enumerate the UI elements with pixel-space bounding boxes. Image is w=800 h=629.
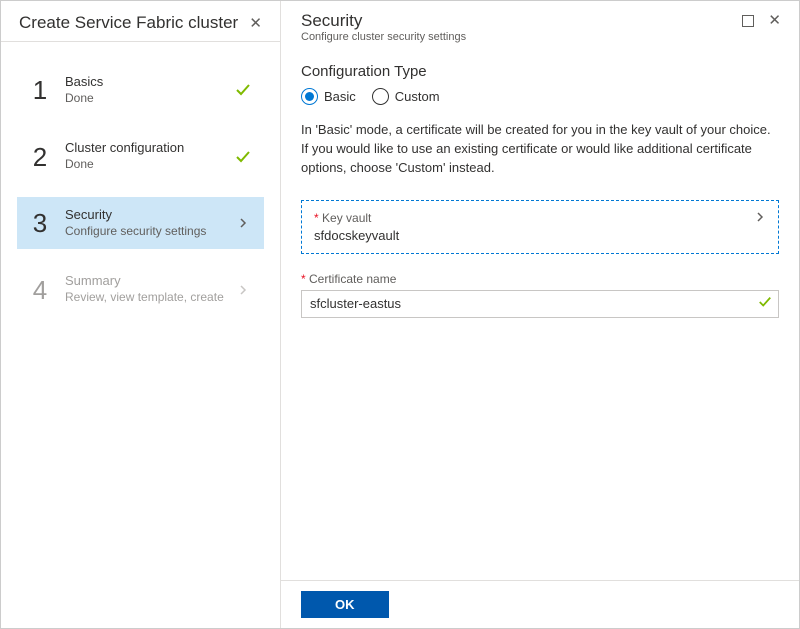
certificate-name-field-wrap bbox=[301, 290, 779, 318]
step-text: Cluster configuration Done bbox=[65, 140, 234, 172]
wizard-sidebar: Create Service Fabric cluster ✕ 1 Basics… bbox=[1, 1, 281, 628]
certificate-name-label: Certificate name bbox=[301, 272, 779, 286]
radio-button-icon bbox=[372, 88, 389, 105]
chevron-right-icon bbox=[754, 211, 766, 226]
close-icon[interactable]: ✕ bbox=[764, 11, 785, 30]
panel-title: Security bbox=[301, 11, 466, 31]
key-vault-inner: Key vault sfdocskeyvault bbox=[314, 211, 399, 243]
key-vault-selector[interactable]: Key vault sfdocskeyvault bbox=[301, 200, 779, 254]
radio-custom-label: Custom bbox=[395, 89, 440, 104]
config-type-heading: Configuration Type bbox=[301, 63, 779, 80]
step-text: Summary Review, view template, create bbox=[65, 273, 234, 305]
radio-custom[interactable]: Custom bbox=[372, 88, 440, 105]
wizard-step-cluster-config[interactable]: 2 Cluster configuration Done bbox=[17, 130, 264, 182]
sidebar-header: Create Service Fabric cluster ✕ bbox=[1, 1, 280, 42]
checkmark-icon bbox=[234, 82, 252, 98]
step-text: Basics Done bbox=[65, 74, 234, 106]
key-vault-value: sfdocskeyvault bbox=[314, 228, 399, 243]
step-number: 2 bbox=[25, 144, 55, 170]
key-vault-label: Key vault bbox=[314, 211, 399, 225]
panel-header: Security Configure cluster security sett… bbox=[281, 1, 799, 49]
config-type-description: In 'Basic' mode, a certificate will be c… bbox=[301, 121, 779, 178]
panel-body: Configuration Type Basic Custom In 'Basi… bbox=[281, 49, 799, 580]
step-sub: Done bbox=[65, 91, 234, 107]
close-icon[interactable]: ✕ bbox=[245, 14, 266, 33]
ok-button[interactable]: OK bbox=[301, 591, 389, 618]
checkmark-icon bbox=[758, 295, 772, 312]
wizard-step-security[interactable]: 3 Security Configure security settings bbox=[17, 197, 264, 249]
step-title: Cluster configuration bbox=[65, 140, 234, 157]
panel-footer: OK bbox=[281, 580, 799, 628]
radio-button-icon bbox=[301, 88, 318, 105]
security-panel: Security Configure cluster security sett… bbox=[281, 1, 799, 628]
step-number: 4 bbox=[25, 277, 55, 303]
checkmark-icon bbox=[234, 149, 252, 165]
wizard-steps: 1 Basics Done 2 Cluster configuration Do… bbox=[1, 42, 280, 628]
step-title: Summary bbox=[65, 273, 234, 290]
config-type-radio-group: Basic Custom bbox=[301, 88, 779, 105]
wizard-step-summary: 4 Summary Review, view template, create bbox=[17, 263, 264, 315]
step-text: Security Configure security settings bbox=[65, 207, 234, 239]
step-sub: Configure security settings bbox=[65, 224, 234, 240]
panel-subtitle: Configure cluster security settings bbox=[301, 31, 466, 43]
step-sub: Review, view template, create bbox=[65, 290, 234, 306]
step-number: 1 bbox=[25, 77, 55, 103]
sidebar-title: Create Service Fabric cluster bbox=[19, 13, 238, 33]
step-title: Basics bbox=[65, 74, 234, 91]
wizard-step-basics[interactable]: 1 Basics Done bbox=[17, 64, 264, 116]
radio-basic[interactable]: Basic bbox=[301, 88, 356, 105]
radio-basic-label: Basic bbox=[324, 89, 356, 104]
step-sub: Done bbox=[65, 157, 234, 173]
chevron-right-icon bbox=[234, 217, 252, 229]
step-number: 3 bbox=[25, 210, 55, 236]
certificate-name-input[interactable] bbox=[302, 292, 758, 315]
panel-header-left: Security Configure cluster security sett… bbox=[301, 11, 466, 43]
step-title: Security bbox=[65, 207, 234, 224]
panel-header-controls: ✕ bbox=[742, 11, 785, 30]
maximize-icon[interactable] bbox=[742, 15, 754, 27]
chevron-right-icon bbox=[234, 284, 252, 296]
